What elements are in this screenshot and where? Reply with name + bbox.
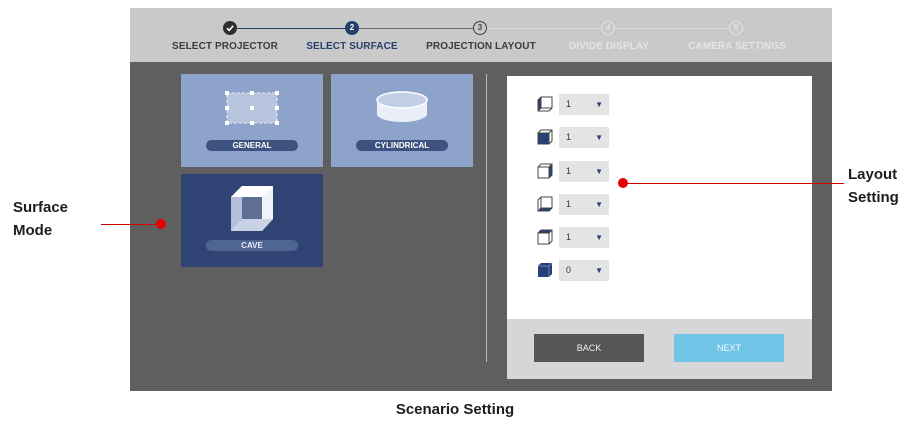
step-connector-2	[359, 28, 473, 29]
cube-bottom-face-icon	[537, 196, 553, 212]
step-1-check-icon[interactable]	[223, 21, 237, 35]
panel-divider	[486, 74, 487, 362]
annotation-line-1: Layout	[848, 166, 898, 183]
annotation-layout-setting: Layout Setting	[848, 163, 899, 209]
select-value: 1	[566, 165, 572, 176]
surface-label-cylindrical: CYLINDRICAL	[356, 140, 448, 151]
select-value: 0	[566, 264, 572, 275]
step-3-label[interactable]: PROJECTION LAYOUT	[426, 41, 536, 52]
layout-select-1[interactable]: 1 ▼	[559, 93, 609, 115]
cube-left-face-icon	[537, 96, 553, 112]
step-5-circle: 5	[729, 21, 743, 35]
surface-tile-cave[interactable]: CAVE	[181, 174, 323, 267]
grid-rectangle-icon	[225, 91, 279, 125]
surface-mode-marker-dot	[156, 219, 166, 229]
step-1-label[interactable]: SELECT PROJECTOR	[172, 41, 278, 52]
dropdown-caret-icon: ▼	[595, 99, 603, 109]
step-connector-1	[237, 28, 345, 29]
layout-setting-pointer-line	[624, 183, 844, 184]
select-value: 1	[566, 231, 572, 242]
check-icon	[226, 25, 234, 32]
back-button[interactable]: BACK	[534, 334, 644, 362]
cube-cave-icon	[231, 186, 273, 231]
step-2-label[interactable]: SELECT SURFACE	[306, 41, 397, 52]
surface-tile-cylindrical[interactable]: CYLINDRICAL	[331, 74, 473, 167]
layout-select-5[interactable]: 1 ▼	[559, 226, 609, 248]
cube-right-face-icon	[537, 163, 553, 179]
step-3-circle[interactable]: 3	[473, 21, 487, 35]
layout-select-3[interactable]: 1 ▼	[559, 160, 609, 182]
select-value: 1	[566, 131, 572, 142]
cylinder-icon	[376, 91, 428, 122]
annotation-line-2: Mode	[13, 222, 53, 239]
layout-row-1: 1 ▼	[537, 93, 609, 115]
annotation-line-1: Surface	[13, 199, 69, 216]
dropdown-caret-icon: ▼	[595, 199, 603, 209]
select-value: 1	[566, 98, 572, 109]
layout-row-3: 1 ▼	[537, 160, 609, 182]
cube-front-face-icon	[537, 129, 553, 145]
wizard-step-bar: 2 3 4 5 SELECT PROJECTOR SELECT SURFACE …	[130, 8, 832, 62]
cube-floor-face-icon	[538, 262, 553, 277]
layout-row-5: 1 ▼	[537, 226, 609, 248]
annotation-line-2: Setting	[848, 189, 899, 206]
dropdown-caret-icon: ▼	[595, 265, 603, 275]
step-5-label: CAMERA SETTINGS	[688, 41, 786, 52]
surface-tile-general[interactable]: GENERAL	[181, 74, 323, 167]
dropdown-caret-icon: ▼	[595, 232, 603, 242]
layout-select-2[interactable]: 1 ▼	[559, 126, 609, 148]
app-window: 2 3 4 5 SELECT PROJECTOR SELECT SURFACE …	[130, 8, 832, 391]
layout-select-6[interactable]: 0 ▼	[559, 259, 609, 281]
cube-top-face-icon	[537, 229, 553, 245]
step-2-circle[interactable]: 2	[345, 21, 359, 35]
layout-row-4: 1 ▼	[537, 193, 609, 215]
next-button[interactable]: NEXT	[674, 334, 784, 362]
annotation-surface-mode: Surface Mode	[13, 196, 68, 242]
step-connector-3	[487, 28, 601, 29]
surface-mode-pointer-line	[101, 224, 163, 225]
select-value: 1	[566, 198, 572, 209]
figure-caption: Scenario Setting	[395, 401, 515, 418]
step-4-label: DIVIDE DISPLAY	[569, 41, 649, 52]
dropdown-caret-icon: ▼	[595, 166, 603, 176]
surface-label-cave: CAVE	[206, 240, 298, 251]
layout-select-4[interactable]: 1 ▼	[559, 193, 609, 215]
layout-row-2: 1 ▼	[537, 126, 609, 148]
layout-settings-panel: 1 ▼ 1 ▼ 1 ▼ 1 ▼ 1 ▼ 0 ▼ BACK NEXT	[507, 76, 812, 379]
step-4-circle: 4	[601, 21, 615, 35]
dropdown-caret-icon: ▼	[595, 132, 603, 142]
step-connector-4	[615, 28, 729, 29]
surface-label-general: GENERAL	[206, 140, 298, 151]
layout-row-6: 0 ▼	[537, 259, 609, 281]
layout-setting-marker-dot	[618, 178, 628, 188]
